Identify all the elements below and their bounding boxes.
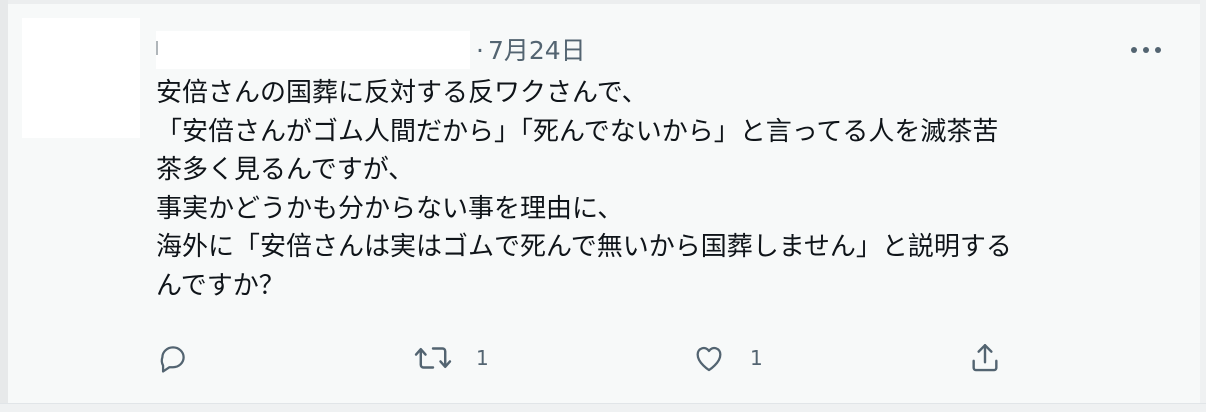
more-options-button[interactable] [1128,36,1164,64]
bottom-divider [0,403,1206,412]
like-count: 1 [750,346,763,370]
retweet-icon [414,347,452,369]
avatar[interactable] [22,18,140,138]
reply-icon [160,346,185,373]
retweet-button[interactable]: 1 [414,340,489,376]
share-icon [972,344,998,372]
share-button[interactable] [968,340,1002,376]
tweet-text-line: んですか？ [156,270,285,301]
retweet-count: 1 [476,346,489,370]
tweet-text-line: 事実かどうかも分からない事を理由に、 [156,193,624,224]
right-border [1200,0,1206,412]
tweet-text-line: 「安倍さんがゴム人間だから」「死んでないから」と言ってる人を滅茶苦 [156,116,999,147]
redaction-edge-mark [156,41,158,55]
tweet-card[interactable]: · 7月24日 安倍さんの国葬に反対する反ワクさんで、 「安倍さんがゴム人間だか… [0,0,1206,412]
top-border [0,0,1206,4]
tweet-text-line: 安倍さんの国葬に反対する反ワクさんで、 [156,78,648,108]
tweet-actions: 1 1 [156,340,1016,376]
redacted-author-name[interactable] [156,31,470,69]
more-icon [1131,47,1161,53]
tweet-text-line: 茶多く見るんですが、 [156,155,415,185]
like-button[interactable]: 1 [692,340,763,376]
heart-icon [696,346,722,372]
tweet-text-line: 海外に「安倍さんは実はゴムで死んで無いから国葬しません」と説明する [156,232,1012,262]
tweet-header: · 7月24日 [156,30,586,70]
left-border [0,0,8,412]
header-separator: · [476,35,484,65]
timestamp-link[interactable]: 7月24日 [488,38,586,63]
tweet-text: 安倍さんの国葬に反対する反ワクさんで、 「安倍さんがゴム人間だから」「死んでない… [156,74,1156,305]
reply-button[interactable] [156,340,190,376]
